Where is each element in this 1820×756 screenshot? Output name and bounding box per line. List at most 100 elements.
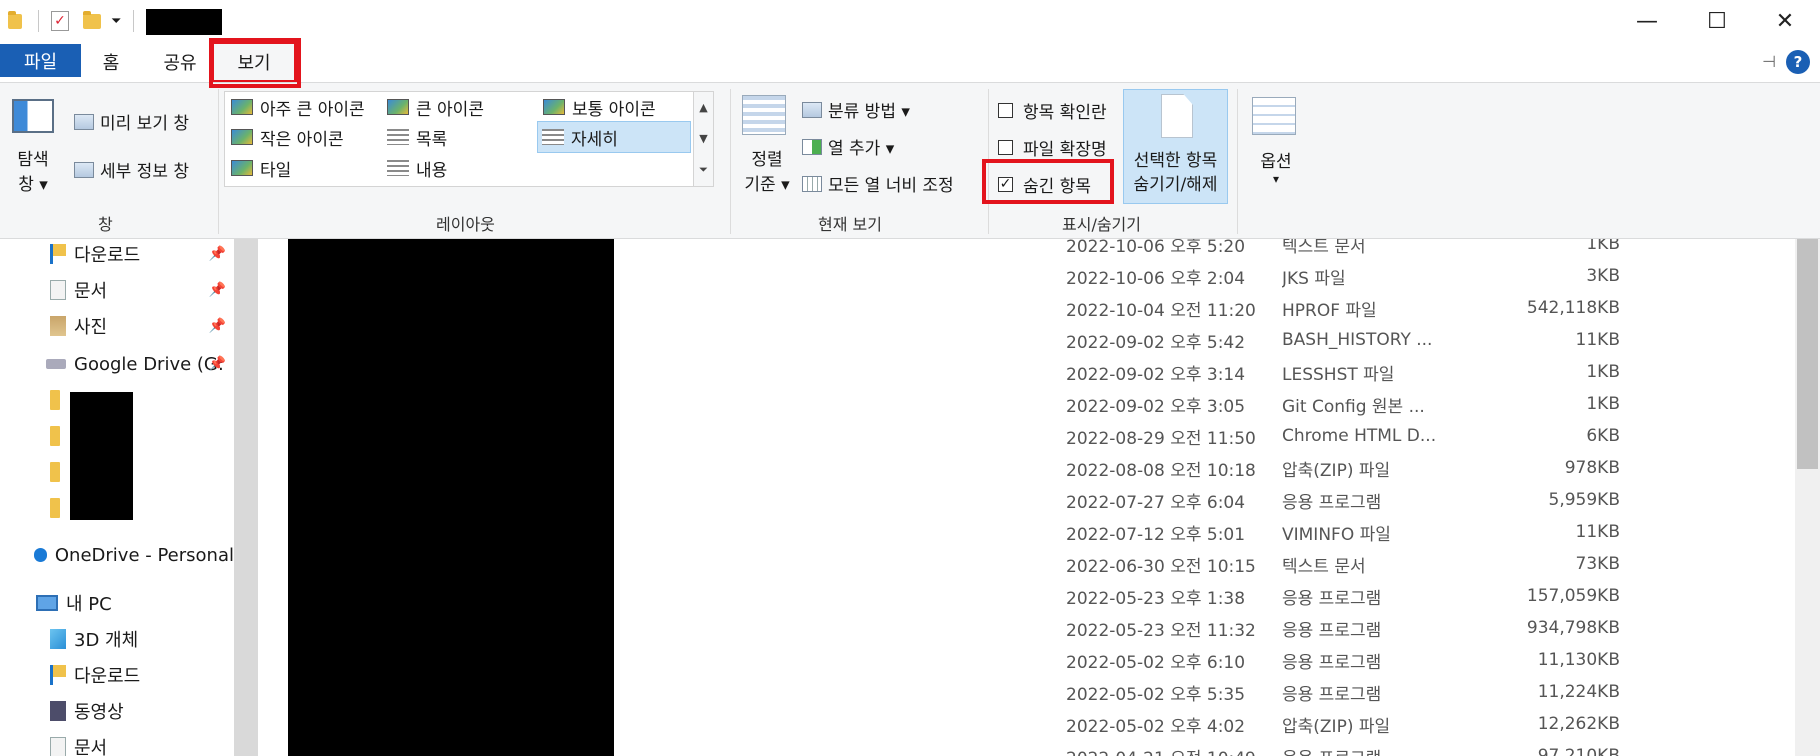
preview-pane-button[interactable]: 미리 보기 창 xyxy=(74,109,189,134)
item-checkboxes-toggle[interactable]: 항목 확인란 xyxy=(998,98,1107,123)
layout-large-icons[interactable]: 큰 아이콘 xyxy=(383,93,484,121)
table-row[interactable]: 2022-05-02 오후 4:02 압축(ZIP) 파일 12,262KB xyxy=(258,708,1795,740)
nav-item-google-drive[interactable]: Google Drive (G: 📌 xyxy=(46,349,234,379)
help-icon[interactable]: ? xyxy=(1786,50,1810,74)
file-size-cell: 6KB xyxy=(1586,426,1620,446)
file-size-cell: 157,059KB xyxy=(1526,586,1620,606)
modified-date-cell: 2022-09-02 오후 3:14 xyxy=(1066,364,1246,385)
ribbon: 탐색 창 ▾ 미리 보기 창 세부 정보 창 창 아주 큰 아이콘 큰 아이콘 … xyxy=(0,82,1820,239)
expand-gallery-icon[interactable]: ⏷ xyxy=(699,163,708,177)
navigation-scrollbar[interactable] xyxy=(234,239,258,756)
details-pane-button[interactable]: 세부 정보 창 xyxy=(74,157,189,182)
table-row[interactable]: 2022-09-02 오후 3:14 LESSHST 파일 1KB xyxy=(258,356,1795,388)
maximize-button[interactable]: ☐ xyxy=(1682,0,1752,42)
file-size-cell: 5,959KB xyxy=(1548,490,1620,510)
nav-item-downloads-pc[interactable]: 다운로드 xyxy=(50,660,140,690)
table-row[interactable]: 2022-10-06 오후 5:20 텍스트 문서 1KB xyxy=(258,239,1795,260)
drive-icon xyxy=(46,359,66,369)
sort-label-2: 기준 ▾ xyxy=(744,175,790,195)
redacted-folder-names xyxy=(70,392,133,520)
scroll-up-icon[interactable]: ▲ xyxy=(699,101,707,114)
layout-extra-large-icons[interactable]: 아주 큰 아이콘 xyxy=(227,93,365,121)
new-folder-icon[interactable] xyxy=(83,10,101,29)
file-type-cell: 응용 프로그램 xyxy=(1282,744,1442,756)
nav-item-folder[interactable] xyxy=(50,493,68,523)
table-row[interactable]: 2022-05-02 오후 6:10 응용 프로그램 11,130KB xyxy=(258,644,1795,676)
file-type-cell: 압축(ZIP) 파일 xyxy=(1282,716,1391,737)
table-row[interactable]: 2022-05-23 오후 1:38 응용 프로그램 157,059KB xyxy=(258,580,1795,612)
layout-item-label: 보통 아이콘 xyxy=(572,99,656,120)
layout-item-label: 큰 아이콘 xyxy=(416,99,484,120)
quick-access-dropdown-icon[interactable]: ⏷ xyxy=(111,14,121,29)
pin-icon: 📌 xyxy=(208,246,226,262)
properties-icon[interactable]: ✓ xyxy=(51,11,69,31)
modified-date-cell: 2022-08-29 오전 11:50 xyxy=(1066,428,1256,449)
file-type-cell: Git Config 원본 ... xyxy=(1282,396,1425,417)
table-row[interactable]: 2022-07-12 오후 5:01 VIMINFO 파일 11KB xyxy=(258,516,1795,548)
layout-tiles[interactable]: 타일 xyxy=(227,154,291,182)
fit-columns-button[interactable]: 모든 열 너비 조정 xyxy=(802,171,954,196)
layout-medium-icons[interactable]: 보통 아이콘 xyxy=(539,93,656,121)
table-row[interactable]: 2022-06-30 오전 10:15 텍스트 문서 73KB xyxy=(258,548,1795,580)
file-size-cell: 542,118KB xyxy=(1526,298,1620,318)
nav-item-documents-pc[interactable]: 문서 xyxy=(50,732,107,756)
item-checkboxes-checkbox[interactable] xyxy=(998,103,1013,118)
nav-item-videos[interactable]: 동영상 xyxy=(50,696,124,726)
layout-content[interactable]: 내용 xyxy=(383,154,447,182)
table-row[interactable]: 2022-08-29 오전 11:50 Chrome HTML D... 6KB xyxy=(258,420,1795,452)
file-size-cell: 978KB xyxy=(1564,458,1620,478)
nav-item-3d-objects[interactable]: 3D 개체 xyxy=(50,624,138,654)
table-row[interactable]: 2022-05-23 오전 11:32 응용 프로그램 934,798KB xyxy=(258,612,1795,644)
nav-item-folder[interactable] xyxy=(50,421,68,451)
group-by-button[interactable]: 분류 방법 ▾ xyxy=(802,97,910,122)
group-by-icon xyxy=(802,101,822,118)
tab-file[interactable]: 파일 xyxy=(0,44,81,77)
scroll-down-icon[interactable]: ▼ xyxy=(699,132,707,145)
nav-item-pictures[interactable]: 사진 📌 xyxy=(50,311,234,341)
table-row[interactable]: 2022-08-08 오전 10:18 압축(ZIP) 파일 978KB xyxy=(258,452,1795,484)
details-pane-label: 세부 정보 창 xyxy=(100,162,190,182)
file-extensions-toggle[interactable]: 파일 확장명 xyxy=(998,135,1107,160)
file-size-cell: 97,210KB xyxy=(1537,746,1620,756)
nav-item-label: Google Drive (G: xyxy=(74,353,224,375)
close-button[interactable]: ✕ xyxy=(1750,0,1820,42)
hide-selected-items-button[interactable]: 선택한 항목 숨기기/해제 xyxy=(1123,89,1228,204)
tab-share[interactable]: 공유 xyxy=(160,44,200,79)
layout-item-label: 아주 큰 아이콘 xyxy=(260,99,365,120)
tab-home[interactable]: 홈 xyxy=(96,44,126,79)
nav-item-documents[interactable]: 문서 📌 xyxy=(50,275,234,305)
table-row[interactable]: 2022-10-06 오후 2:04 JKS 파일 3KB xyxy=(258,260,1795,292)
table-row[interactable]: 2022-04-21 오전 10:49 응용 프로그램 97,210KB xyxy=(258,740,1795,756)
sort-by-button[interactable]: 정렬 기준 ▾ xyxy=(742,95,792,205)
layout-item-label: 자세히 xyxy=(571,129,618,150)
file-type-cell: BASH_HISTORY ... xyxy=(1282,330,1433,350)
nav-item-folder[interactable] xyxy=(50,385,68,415)
file-extensions-checkbox[interactable] xyxy=(998,140,1013,155)
layout-gallery-scroll[interactable]: ▲ ▼ ⏷ xyxy=(694,91,714,187)
layout-list[interactable]: 목록 xyxy=(383,123,447,151)
modified-date-cell: 2022-05-02 오후 6:10 xyxy=(1066,652,1246,673)
scrollbar-thumb[interactable] xyxy=(1797,239,1818,469)
table-row[interactable]: 2022-09-02 오후 5:42 BASH_HISTORY ... 11KB xyxy=(258,324,1795,356)
file-extensions-label: 파일 확장명 xyxy=(1023,140,1107,160)
table-row[interactable]: 2022-07-27 오후 6:04 응용 프로그램 5,959KB xyxy=(258,484,1795,516)
options-button[interactable]: 옵션 ▾ xyxy=(1252,97,1300,197)
nav-item-this-pc[interactable]: 내 PC xyxy=(36,588,112,618)
pin-ribbon-icon[interactable]: ⊣ xyxy=(1762,52,1776,71)
add-columns-button[interactable]: 열 추가 ▾ xyxy=(802,134,894,159)
layout-details[interactable]: 자세히 xyxy=(537,121,691,153)
folder-icon[interactable] xyxy=(8,10,22,29)
nav-item-onedrive[interactable]: OneDrive - Personal xyxy=(34,540,234,570)
file-list: 2022-10-06 오후 5:20 텍스트 문서 1KB 2022-10-06 오후… xyxy=(258,239,1795,756)
table-row[interactable]: 2022-10-04 오전 11:20 HPROF 파일 542,118KB xyxy=(258,292,1795,324)
nav-item-folder[interactable] xyxy=(50,457,68,487)
nav-item-downloads[interactable]: 다운로드 📌 xyxy=(50,239,234,269)
document-icon xyxy=(1161,94,1193,138)
table-row[interactable]: 2022-09-02 오후 3:05 Git Config 원본 ... 1KB xyxy=(258,388,1795,420)
file-list-scrollbar[interactable] xyxy=(1795,239,1820,756)
layout-small-icons[interactable]: 작은 아이콘 xyxy=(227,123,344,151)
table-row[interactable]: 2022-05-02 오후 5:35 응용 프로그램 11,224KB xyxy=(258,676,1795,708)
navigation-pane: 다운로드 📌 문서 📌 사진 📌 Google Drive (G: 📌 OneDrive… xyxy=(0,239,234,756)
nav-pane-button[interactable]: 탐색 창 ▾ xyxy=(12,99,62,195)
minimize-button[interactable]: — xyxy=(1612,0,1682,42)
